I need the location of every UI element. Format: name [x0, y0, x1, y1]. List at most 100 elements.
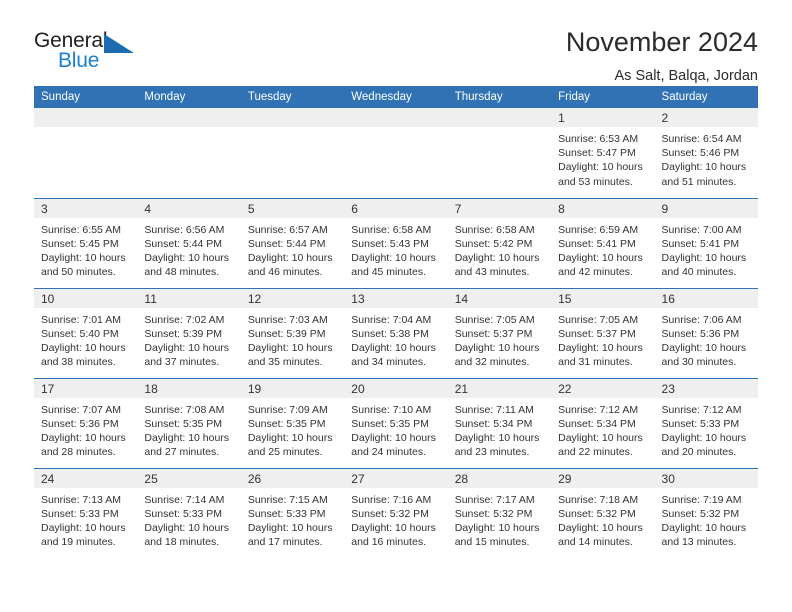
day-number: 14: [447, 288, 552, 308]
day-number: 11: [137, 288, 241, 308]
calendar-day-cell[interactable]: 9 Sunrise: 7:00 AM Sunset: 5:41 PM Daylight…: [654, 197, 758, 288]
daylight-text: Daylight: 10 hours and 14 minutes.: [558, 521, 643, 549]
calendar-day-cell[interactable]: 25 Sunrise: 7:14 AM Sunset: 5:33 PM Dayligh…: [137, 467, 241, 558]
sunset-text: Sunset: 5:32 PM: [351, 507, 429, 520]
calendar-day-cell[interactable]: 13 Sunrise: 7:04 AM Sunset: 5:38 PM Dayligh…: [344, 287, 448, 378]
calendar-day-cell[interactable]: 11 Sunrise: 7:02 AM Sunset: 5:39 PM Dayligh…: [137, 287, 241, 378]
sunrise-text: Sunrise: 7:14 AM: [144, 493, 225, 506]
daylight-text: Daylight: 10 hours and 51 minutes.: [661, 161, 747, 188]
logo-primary-text: General: [34, 29, 108, 52]
day-details: Sunrise: 6:57 AM Sunset: 5:44 PM Daylight:…: [241, 218, 344, 280]
day-number: 19: [240, 378, 345, 398]
day-details: Sunrise: 7:00 AM Sunset: 5:41 PM Daylight:…: [655, 218, 758, 280]
day-number: 26: [240, 468, 345, 488]
weekday-header-thursday: Thursday: [447, 86, 552, 108]
sunrise-text: Sunrise: 7:02 AM: [144, 313, 225, 326]
calendar-day-cell[interactable]: 2 Sunrise: 6:54 AM Sunset: 5:46 PM Daylight…: [654, 108, 758, 198]
sunrise-text: Sunrise: 7:09 AM: [247, 403, 328, 416]
calendar-day-cell[interactable]: 23 Sunrise: 7:12 AM Sunset: 5:33 PM Dayligh…: [654, 377, 758, 468]
day-details: Sunrise: 6:59 AM Sunset: 5:41 PM Daylight:…: [551, 218, 654, 280]
daylight-text: Daylight: 10 hours and 18 minutes.: [144, 521, 230, 549]
calendar-day-cell[interactable]: 28 Sunrise: 7:17 AM Sunset: 5:32 PM Dayligh…: [447, 467, 552, 558]
sunset-text: Sunset: 5:47 PM: [558, 147, 636, 160]
calendar-day-cell[interactable]: 16 Sunrise: 7:06 AM Sunset: 5:36 PM Dayligh…: [654, 287, 758, 378]
day-number: 22: [551, 378, 655, 398]
sunset-text: Sunset: 5:41 PM: [661, 237, 740, 250]
sunrise-text: Sunrise: 7:06 AM: [661, 313, 742, 326]
calendar-day-cell[interactable]: 26 Sunrise: 7:15 AM Sunset: 5:33 PM Dayligh…: [240, 467, 345, 558]
sunrise-text: Sunrise: 6:59 AM: [558, 223, 639, 236]
calendar-day-cell[interactable]: 10 Sunrise: 7:01 AM Sunset: 5:40 PM Dayligh…: [34, 287, 138, 378]
sunset-text: Sunset: 5:39 PM: [247, 327, 326, 340]
day-details: Sunrise: 7:01 AM Sunset: 5:40 PM Daylight:…: [34, 308, 137, 370]
calendar-week-row: 10 Sunrise: 7:01 AM Sunset: 5:40 PM Dayligh…: [34, 287, 758, 378]
calendar-day-cell[interactable]: 3 Sunrise: 6:55 AM Sunset: 5:45 PM Daylight…: [34, 197, 138, 288]
calendar-day-cell[interactable]: 19 Sunrise: 7:09 AM Sunset: 5:35 PM Dayligh…: [240, 377, 345, 468]
calendar-day-cell[interactable]: 18 Sunrise: 7:08 AM Sunset: 5:35 PM Dayligh…: [137, 377, 241, 468]
day-details: Sunrise: 7:07 AM Sunset: 5:36 PM Daylight:…: [34, 398, 137, 460]
sunrise-text: Sunrise: 7:13 AM: [41, 493, 121, 506]
sunrise-text: Sunrise: 7:03 AM: [247, 313, 328, 326]
sunset-text: Sunset: 5:32 PM: [454, 507, 533, 520]
daylight-text: Daylight: 10 hours and 35 minutes.: [247, 341, 333, 369]
general-blue-logo[interactable]: General Blue: [34, 28, 154, 76]
sunrise-text: Sunrise: 7:12 AM: [558, 403, 639, 416]
title-block: November 2024 As Salt, Balqa, Jordan: [565, 27, 758, 85]
day-details: Sunrise: 7:15 AM Sunset: 5:33 PM Daylight:…: [241, 488, 344, 550]
calendar-day-cell[interactable]: 1 Sunrise: 6:53 AM Sunset: 5:47 PM Daylight…: [551, 108, 655, 198]
calendar-day-cell[interactable]: 29 Sunrise: 7:18 AM Sunset: 5:32 PM Dayligh…: [551, 467, 655, 558]
calendar-day-cell[interactable]: 5 Sunrise: 6:57 AM Sunset: 5:44 PM Daylight…: [240, 197, 345, 288]
day-details: Sunrise: 7:05 AM Sunset: 5:37 PM Daylight:…: [551, 308, 654, 370]
calendar-day-cell[interactable]: 24 Sunrise: 7:13 AM Sunset: 5:33 PM Dayligh…: [34, 467, 138, 558]
daylight-text: Daylight: 10 hours and 19 minutes.: [41, 521, 126, 549]
page-title: November 2024: [565, 27, 758, 57]
page-subtitle: As Salt, Balqa, Jordan: [614, 68, 758, 85]
day-details: Sunrise: 7:18 AM Sunset: 5:32 PM Daylight:…: [551, 488, 654, 550]
day-details: Sunrise: 7:05 AM Sunset: 5:37 PM Daylight:…: [448, 308, 551, 370]
calendar-day-cell[interactable]: 7 Sunrise: 6:58 AM Sunset: 5:42 PM Daylight…: [447, 197, 552, 288]
day-number: 30: [654, 468, 758, 488]
calendar-cell-empty: [447, 108, 552, 198]
sunset-text: Sunset: 5:33 PM: [144, 507, 223, 520]
sunset-text: Sunset: 5:37 PM: [454, 327, 533, 340]
sunrise-text: Sunrise: 7:12 AM: [661, 403, 742, 416]
weekday-header-wednesday: Wednesday: [344, 86, 448, 108]
sunrise-text: Sunrise: 7:18 AM: [558, 493, 639, 506]
calendar-day-cell[interactable]: 8 Sunrise: 6:59 AM Sunset: 5:41 PM Daylight…: [551, 197, 655, 288]
calendar-week-row: 1 Sunrise: 6:53 AM Sunset: 5:47 PM Daylight…: [34, 108, 758, 198]
calendar-day-cell[interactable]: 15 Sunrise: 7:05 AM Sunset: 5:37 PM Dayligh…: [551, 287, 655, 378]
calendar-day-cell[interactable]: 21 Sunrise: 7:11 AM Sunset: 5:34 PM Dayligh…: [447, 377, 552, 468]
sunrise-text: Sunrise: 7:16 AM: [351, 493, 432, 506]
calendar-cell-empty: [34, 108, 138, 198]
calendar-day-cell[interactable]: 14 Sunrise: 7:05 AM Sunset: 5:37 PM Dayligh…: [447, 287, 552, 378]
sunrise-text: Sunrise: 6:58 AM: [351, 223, 432, 236]
daylight-text: Daylight: 10 hours and 53 minutes.: [558, 161, 643, 188]
sunset-text: Sunset: 5:41 PM: [558, 237, 636, 250]
triangle-icon: [104, 34, 134, 53]
day-details: Sunrise: 7:08 AM Sunset: 5:35 PM Daylight:…: [137, 398, 240, 460]
day-details: Sunrise: 6:53 AM Sunset: 5:47 PM Daylight:…: [551, 127, 654, 189]
calendar-day-cell[interactable]: 12 Sunrise: 7:03 AM Sunset: 5:39 PM Dayligh…: [240, 287, 345, 378]
day-number: 23: [654, 378, 758, 398]
day-details: Sunrise: 7:14 AM Sunset: 5:33 PM Daylight:…: [137, 488, 240, 550]
daylight-text: Daylight: 10 hours and 23 minutes.: [454, 431, 540, 459]
daylight-text: Daylight: 10 hours and 27 minutes.: [144, 431, 230, 459]
sunset-text: Sunset: 5:35 PM: [247, 417, 326, 430]
daylight-text: Daylight: 10 hours and 17 minutes.: [247, 521, 333, 549]
calendar-day-cell[interactable]: 27 Sunrise: 7:16 AM Sunset: 5:32 PM Dayligh…: [344, 467, 448, 558]
weekday-header-sunday: Sunday: [34, 86, 138, 108]
day-number: 29: [551, 468, 655, 488]
daylight-text: Daylight: 10 hours and 20 minutes.: [661, 431, 747, 459]
day-details: Sunrise: 6:56 AM Sunset: 5:44 PM Daylight:…: [137, 218, 240, 280]
calendar-day-cell[interactable]: 30 Sunrise: 7:19 AM Sunset: 5:32 PM Dayligh…: [654, 467, 758, 558]
day-number: 28: [447, 468, 552, 488]
sunrise-text: Sunrise: 7:11 AM: [454, 403, 534, 416]
calendar-day-cell[interactable]: 6 Sunrise: 6:58 AM Sunset: 5:43 PM Daylight…: [344, 197, 448, 288]
calendar-day-cell[interactable]: 20 Sunrise: 7:10 AM Sunset: 5:35 PM Dayligh…: [344, 377, 448, 468]
daylight-text: Daylight: 10 hours and 15 minutes.: [454, 521, 540, 549]
calendar-day-cell[interactable]: 17 Sunrise: 7:07 AM Sunset: 5:36 PM Dayligh…: [34, 377, 138, 468]
calendar-day-cell[interactable]: 22 Sunrise: 7:12 AM Sunset: 5:34 PM Dayligh…: [551, 377, 655, 468]
sunset-text: Sunset: 5:35 PM: [144, 417, 223, 430]
sunset-text: Sunset: 5:34 PM: [558, 417, 636, 430]
calendar-day-cell[interactable]: 4 Sunrise: 6:56 AM Sunset: 5:44 PM Daylight…: [137, 197, 241, 288]
